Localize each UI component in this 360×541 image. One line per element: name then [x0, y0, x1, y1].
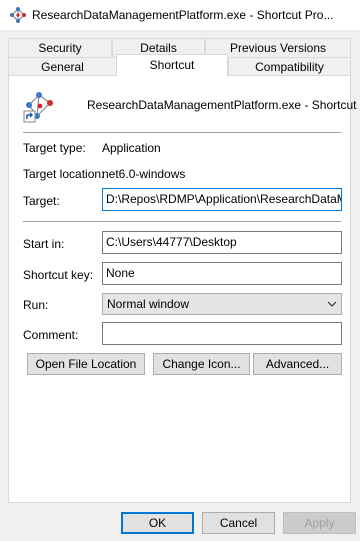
- chevron-down-icon: [327, 301, 337, 307]
- shortcut-panel: ResearchDataManagementPlatform.exe - Sho…: [8, 75, 356, 503]
- comment-label: Comment:: [23, 328, 79, 342]
- apply-button[interactable]: Apply: [283, 512, 356, 534]
- target-input[interactable]: D:\Repos\RDMP\Application\ResearchDataMa…: [102, 188, 342, 211]
- shortcut-name: ResearchDataManagementPlatform.exe - Sho…: [87, 98, 357, 112]
- rdmp-app-icon: [10, 7, 26, 23]
- ok-button[interactable]: OK: [121, 512, 194, 534]
- tab-general[interactable]: General: [8, 57, 117, 76]
- open-file-location-button[interactable]: Open File Location: [27, 353, 145, 375]
- target-type-value: Application: [102, 141, 161, 155]
- tab-compatibility[interactable]: Compatibility: [228, 57, 351, 76]
- separator-top: [23, 132, 341, 133]
- comment-input[interactable]: [102, 322, 342, 345]
- start-in-label: Start in:: [23, 237, 65, 251]
- run-select-value: Normal window: [107, 297, 190, 311]
- change-icon-button[interactable]: Change Icon...: [153, 353, 250, 375]
- shortcut-key-input[interactable]: None: [102, 262, 342, 285]
- target-location-label: Target location:: [23, 167, 105, 181]
- shortcut-key-label: Shortcut key:: [23, 268, 94, 282]
- tab-shortcut[interactable]: Shortcut: [116, 54, 228, 76]
- window-title: ResearchDataManagementPlatform.exe - Sho…: [32, 8, 334, 22]
- run-select[interactable]: Normal window: [102, 293, 342, 315]
- title-bar: ResearchDataManagementPlatform.exe - Sho…: [0, 0, 360, 30]
- start-in-input[interactable]: C:\Users\44777\Desktop: [102, 231, 342, 254]
- target-location-value: net6.0-windows: [102, 167, 186, 181]
- separator-middle: [23, 221, 341, 222]
- advanced-button[interactable]: Advanced...: [253, 353, 342, 375]
- cancel-button[interactable]: Cancel: [202, 512, 275, 534]
- run-label: Run:: [23, 298, 49, 312]
- target-type-label: Target type:: [23, 141, 86, 155]
- target-label: Target:: [23, 194, 60, 208]
- shortcut-app-icon: [23, 92, 53, 123]
- tab-security[interactable]: Security: [8, 38, 112, 57]
